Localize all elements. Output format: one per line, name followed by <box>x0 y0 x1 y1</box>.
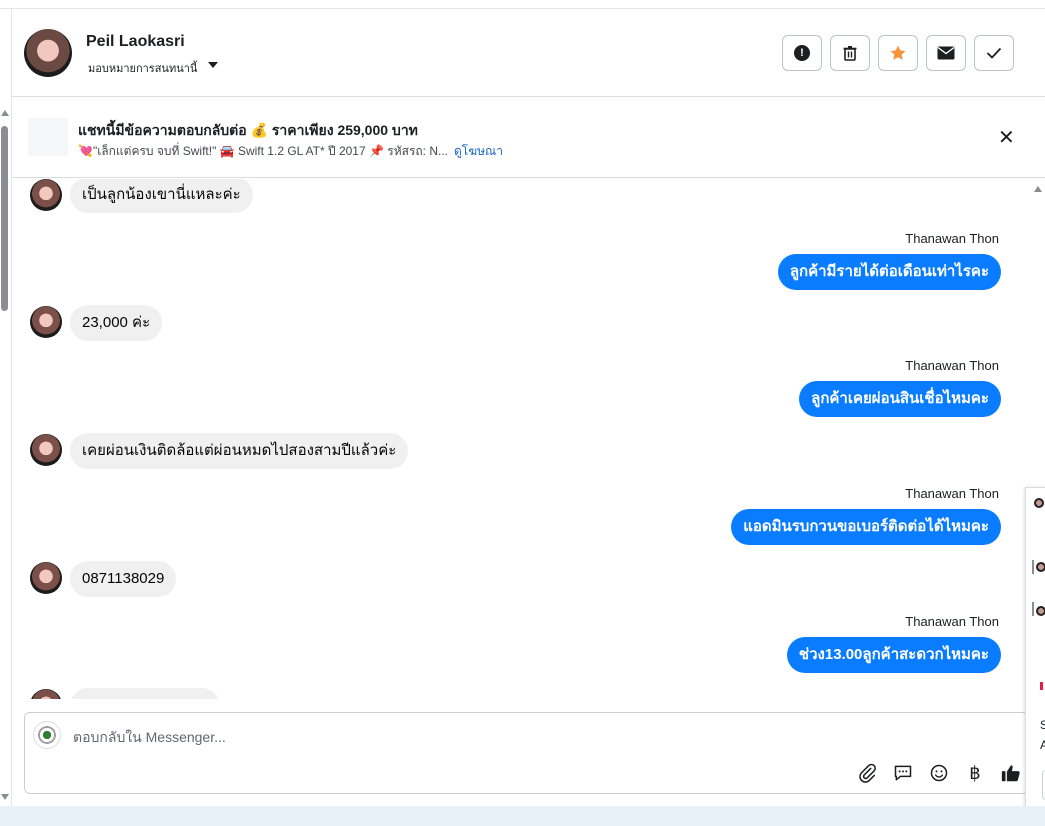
caret-down-icon[interactable] <box>208 62 218 68</box>
preview-divider <box>1032 602 1034 616</box>
delete-button[interactable] <box>830 35 870 71</box>
check-icon <box>986 47 1002 59</box>
message-thread[interactable]: เป็นลูกน้องเขานี่แหละค่ะ Thanawan Thon ล… <box>12 179 1029 699</box>
outgoing-message[interactable]: ลูกค้ามีรายได้ต่อเดือนเท่าไรคะ <box>777 254 1001 290</box>
conversation-header: Peil Laokasri มอบหมายการสนทนานี้ ! <box>12 9 1045 97</box>
thumbs-up-icon <box>1001 765 1020 782</box>
incoming-message[interactable]: 0871138029 <box>70 561 177 597</box>
star-icon <box>890 45 906 60</box>
incoming-message[interactable]: 23,000 ค่ะ <box>70 305 163 341</box>
contact-name[interactable]: Peil Laokasri <box>86 33 185 51</box>
left-scrollbar[interactable] <box>0 110 10 800</box>
mark-done-button[interactable] <box>974 35 1014 71</box>
mark-unread-button[interactable] <box>926 35 966 71</box>
preview-letter: A <box>1040 738 1045 752</box>
page-avatar <box>33 721 61 749</box>
alert-icon: ! <box>794 45 810 61</box>
incoming-message-partial[interactable] <box>70 688 220 699</box>
sender-name: Thanawan Thon <box>905 231 999 246</box>
thread-scroll-up-arrow-icon[interactable] <box>1034 186 1042 192</box>
preview-letter: S <box>1040 718 1045 732</box>
emoji-icon <box>930 764 948 782</box>
ad-banner: แชทนี้มีข้อความตอบกลับต่อ 💰 ราคาเพียง 25… <box>12 98 1045 178</box>
preview-avatar <box>1034 498 1044 508</box>
bottom-strip <box>0 806 1045 826</box>
incoming-message[interactable]: เป็นลูกน้องเขานี่แหละค่ะ <box>70 179 253 213</box>
sender-name: Thanawan Thon <box>905 486 999 501</box>
like-button[interactable] <box>999 761 1023 785</box>
star-button[interactable] <box>878 35 918 71</box>
incoming-message[interactable]: เคยผ่อนเงินติดล้อแต่ผ่อนหมดไปสองสามปีแล้… <box>70 433 409 469</box>
reply-input[interactable] <box>73 727 773 747</box>
side-preview-panel[interactable]: S A <box>1025 487 1045 817</box>
assign-conversation-dropdown[interactable]: มอบหมายการสนทนานี้ <box>88 59 197 77</box>
preview-avatar <box>1036 606 1045 616</box>
inbox-conversation-view: Peil Laokasri มอบหมายการสนทนานี้ ! แชทนี… <box>0 0 1045 826</box>
ad-subtitle: 💘"เล็กแต่ครบ จบที่ Swift!" 🚘 Swift 1.2 G… <box>78 142 503 161</box>
sender-name: Thanawan Thon <box>905 614 999 629</box>
sender-avatar[interactable] <box>30 689 62 699</box>
scroll-down-arrow-icon[interactable] <box>1 794 9 800</box>
emoji-button[interactable] <box>927 761 951 785</box>
saved-replies-button[interactable] <box>891 761 915 785</box>
ad-description: 💘"เล็กแต่ครบ จบที่ Swift!" 🚘 Swift 1.2 G… <box>78 144 448 158</box>
close-icon[interactable]: ✕ <box>998 128 1015 148</box>
mark-spam-button[interactable]: ! <box>782 35 822 71</box>
view-ad-link[interactable]: ดูโฆษณา <box>454 144 503 158</box>
preview-divider <box>1032 560 1034 574</box>
paperclip-icon <box>859 763 876 783</box>
mail-icon <box>937 46 955 60</box>
sender-avatar[interactable] <box>30 562 62 594</box>
alert-marker <box>1040 682 1043 690</box>
scrollbar-thumb[interactable] <box>1 126 8 311</box>
ad-thumbnail[interactable] <box>28 118 68 156</box>
trash-icon <box>843 46 857 61</box>
preview-avatar <box>1036 562 1045 572</box>
saved-reply-icon <box>894 765 912 781</box>
outgoing-message[interactable]: ลูกค้าเคยผ่อนสินเชื่อไหมคะ <box>799 381 1001 417</box>
contact-avatar[interactable] <box>24 29 72 77</box>
sender-name: Thanawan Thon <box>905 358 999 373</box>
sender-avatar[interactable] <box>30 179 62 211</box>
reply-composer: ฿ <box>24 712 1029 794</box>
sender-avatar[interactable] <box>30 434 62 466</box>
scroll-up-arrow-icon[interactable] <box>1 110 9 116</box>
attach-button[interactable] <box>855 761 879 785</box>
outgoing-message[interactable]: แอดมินรบกวนขอเบอร์ติดต่อได้ไหมคะ <box>731 509 1001 545</box>
outgoing-message[interactable]: ช่วง13.00ลูกค้าสะดวกไหมคะ <box>786 637 1001 673</box>
payment-button[interactable]: ฿ <box>963 761 987 785</box>
sender-avatar[interactable] <box>30 306 62 338</box>
baht-payment-icon: ฿ <box>969 762 981 783</box>
ad-title: แชทนี้มีข้อความตอบกลับต่อ 💰 ราคาเพียง 25… <box>78 122 418 138</box>
